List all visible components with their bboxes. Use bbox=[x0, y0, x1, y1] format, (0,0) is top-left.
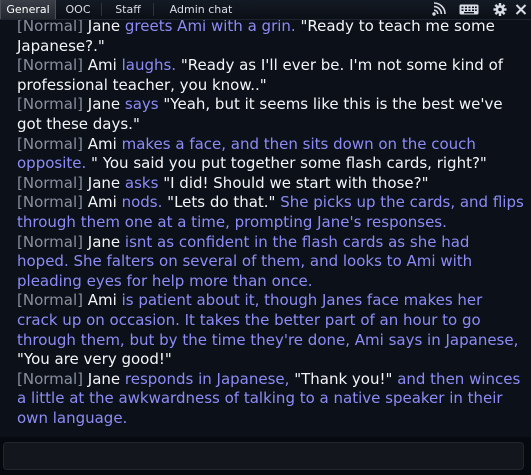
channel-tag: [Normal] bbox=[17, 95, 83, 114]
action-text: laughs. bbox=[121, 56, 177, 75]
chat-message: [Normal] Jane greets Ami with a grin. "R… bbox=[17, 20, 525, 56]
speech-text: " You said you put together some flash c… bbox=[91, 154, 487, 173]
chat-message: [Normal] Jane says "Yeah, but it seems l… bbox=[17, 95, 525, 134]
signal-icon[interactable] bbox=[431, 2, 447, 17]
chat-window: General OOC Staff Admin chat [Normal] Ja… bbox=[0, 0, 531, 475]
speech-text: "You are very good!" bbox=[17, 350, 172, 369]
action-text: greets Ami with a grin. bbox=[124, 20, 296, 35]
action-text: responds in Japanese, bbox=[124, 369, 290, 388]
speech-text: "Thank you!" bbox=[294, 369, 393, 388]
speaker-name: Jane bbox=[87, 20, 121, 35]
chat-message: [Normal] Jane isnt as confident in the f… bbox=[17, 233, 525, 292]
speech-text: "Lets do that." bbox=[167, 193, 276, 212]
chat-message: [Normal] Ami laughs. "Ready as I'll ever… bbox=[17, 56, 525, 95]
tab-bar: General OOC Staff Admin chat bbox=[0, 0, 531, 20]
channel-tag: [Normal] bbox=[17, 173, 83, 192]
tab-admin-chat[interactable]: Admin chat bbox=[155, 0, 247, 19]
channel-tag: [Normal] bbox=[17, 369, 83, 388]
action-text: says bbox=[124, 95, 159, 114]
tab-ooc[interactable]: OOC bbox=[58, 0, 98, 19]
chat-message: [Normal] Jane asks "I did! Should we sta… bbox=[17, 174, 525, 194]
channel-tag: [Normal] bbox=[17, 56, 83, 75]
speaker-name: Jane bbox=[87, 369, 121, 388]
channel-tag: [Normal] bbox=[17, 134, 83, 153]
channel-tag: [Normal] bbox=[17, 232, 83, 251]
speaker-name: Ami bbox=[87, 56, 117, 75]
close-icon[interactable] bbox=[515, 2, 527, 17]
chat-messages: [Normal] Jane greets Ami with a grin. "R… bbox=[17, 20, 525, 428]
action-text: asks bbox=[124, 173, 159, 192]
channel-tag: [Normal] bbox=[17, 291, 83, 310]
action-text: nods. bbox=[121, 193, 163, 212]
speaker-name: Ami bbox=[87, 134, 117, 153]
gear-icon[interactable] bbox=[493, 2, 507, 17]
chat-message: [Normal] Ami is patient about it, though… bbox=[17, 291, 525, 369]
speech-text: "I did! Should we start with those?" bbox=[163, 173, 429, 192]
tab-general[interactable]: General bbox=[0, 0, 56, 19]
tab-divider bbox=[153, 3, 154, 16]
chat-message: [Normal] Jane responds in Japanese, "Tha… bbox=[17, 370, 525, 429]
speaker-name: Jane bbox=[87, 232, 121, 251]
tab-staff[interactable]: Staff bbox=[104, 0, 152, 19]
keyboard-icon[interactable] bbox=[459, 2, 479, 17]
input-bar bbox=[0, 437, 531, 475]
speaker-name: Ami bbox=[87, 193, 117, 212]
channel-tag: [Normal] bbox=[17, 193, 83, 212]
speaker-name: Jane bbox=[87, 173, 121, 192]
speaker-name: Jane bbox=[87, 95, 121, 114]
chat-log[interactable]: [Normal] Jane greets Ami with a grin. "R… bbox=[0, 20, 531, 437]
chat-message: [Normal] Ami nods. "Lets do that." She p… bbox=[17, 193, 525, 232]
chat-message: [Normal] Ami makes a face, and then sits… bbox=[17, 135, 525, 174]
channel-tag: [Normal] bbox=[17, 20, 83, 35]
action-text: isnt as confident in the flash cards as … bbox=[17, 232, 473, 290]
speaker-name: Ami bbox=[87, 291, 117, 310]
chat-input[interactable] bbox=[3, 442, 524, 470]
tab-divider bbox=[101, 3, 102, 16]
